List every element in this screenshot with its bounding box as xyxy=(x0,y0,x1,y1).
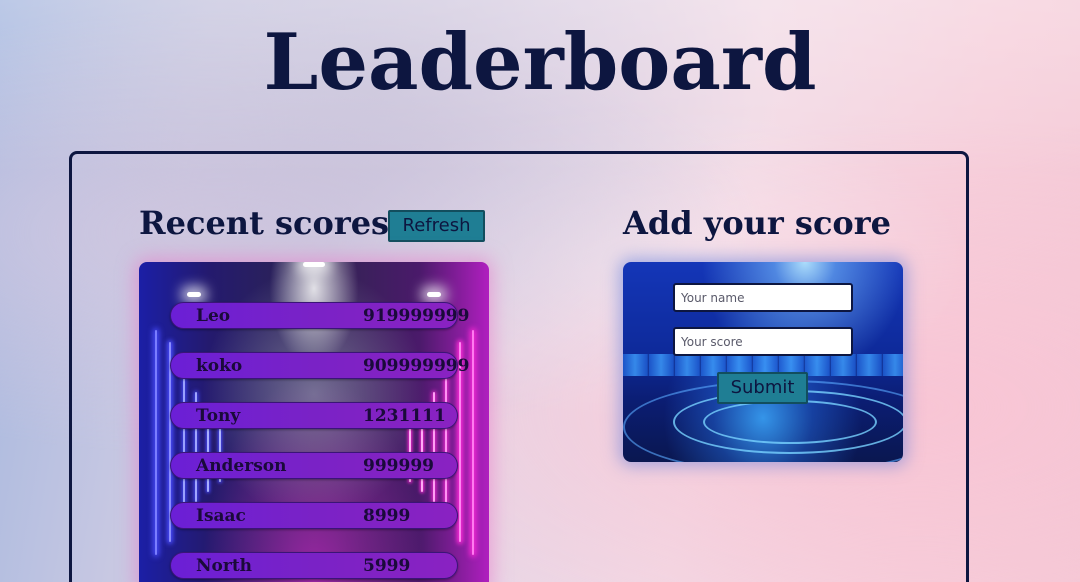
neon-light xyxy=(183,372,185,522)
score-value: 999999 xyxy=(363,456,434,476)
score-player-name: Tony xyxy=(196,406,241,426)
score-value: 1231111 xyxy=(363,406,446,426)
score-input[interactable] xyxy=(673,327,853,356)
recent-scores-list: Leo 919999999 koko 909999999 Tony 123111… xyxy=(139,262,489,582)
score-value: 909999999 xyxy=(363,356,470,376)
score-player-name: North xyxy=(196,556,253,576)
neon-light xyxy=(155,330,157,555)
score-row: Anderson 999999 xyxy=(170,452,458,479)
recent-scores-heading: Recent scores xyxy=(139,204,390,242)
score-player-name: Leo xyxy=(196,306,231,326)
score-player-name: Isaac xyxy=(196,506,246,526)
score-row: Isaac 8999 xyxy=(170,502,458,529)
stage-light xyxy=(427,292,441,297)
submit-button[interactable]: Submit xyxy=(717,372,808,404)
score-value: 8999 xyxy=(363,506,411,526)
neon-light xyxy=(445,372,447,522)
stage-light xyxy=(303,262,325,267)
stage-light xyxy=(187,292,201,297)
score-value: 919999999 xyxy=(363,306,470,326)
score-row: Tony 1231111 xyxy=(170,402,458,429)
score-player-name: Anderson xyxy=(196,456,287,476)
name-input[interactable] xyxy=(673,283,853,312)
score-value: 5999 xyxy=(363,556,411,576)
score-row: North 5999 xyxy=(170,552,458,579)
page-title: Leaderboard xyxy=(263,17,817,108)
score-row: koko 909999999 xyxy=(170,352,469,379)
refresh-button[interactable]: Refresh xyxy=(388,210,485,242)
score-row: Leo 919999999 xyxy=(170,302,469,329)
neon-light xyxy=(472,330,474,555)
score-player-name: koko xyxy=(196,356,243,376)
add-score-heading: Add your score xyxy=(623,204,891,242)
add-score-form: Submit xyxy=(623,262,903,462)
